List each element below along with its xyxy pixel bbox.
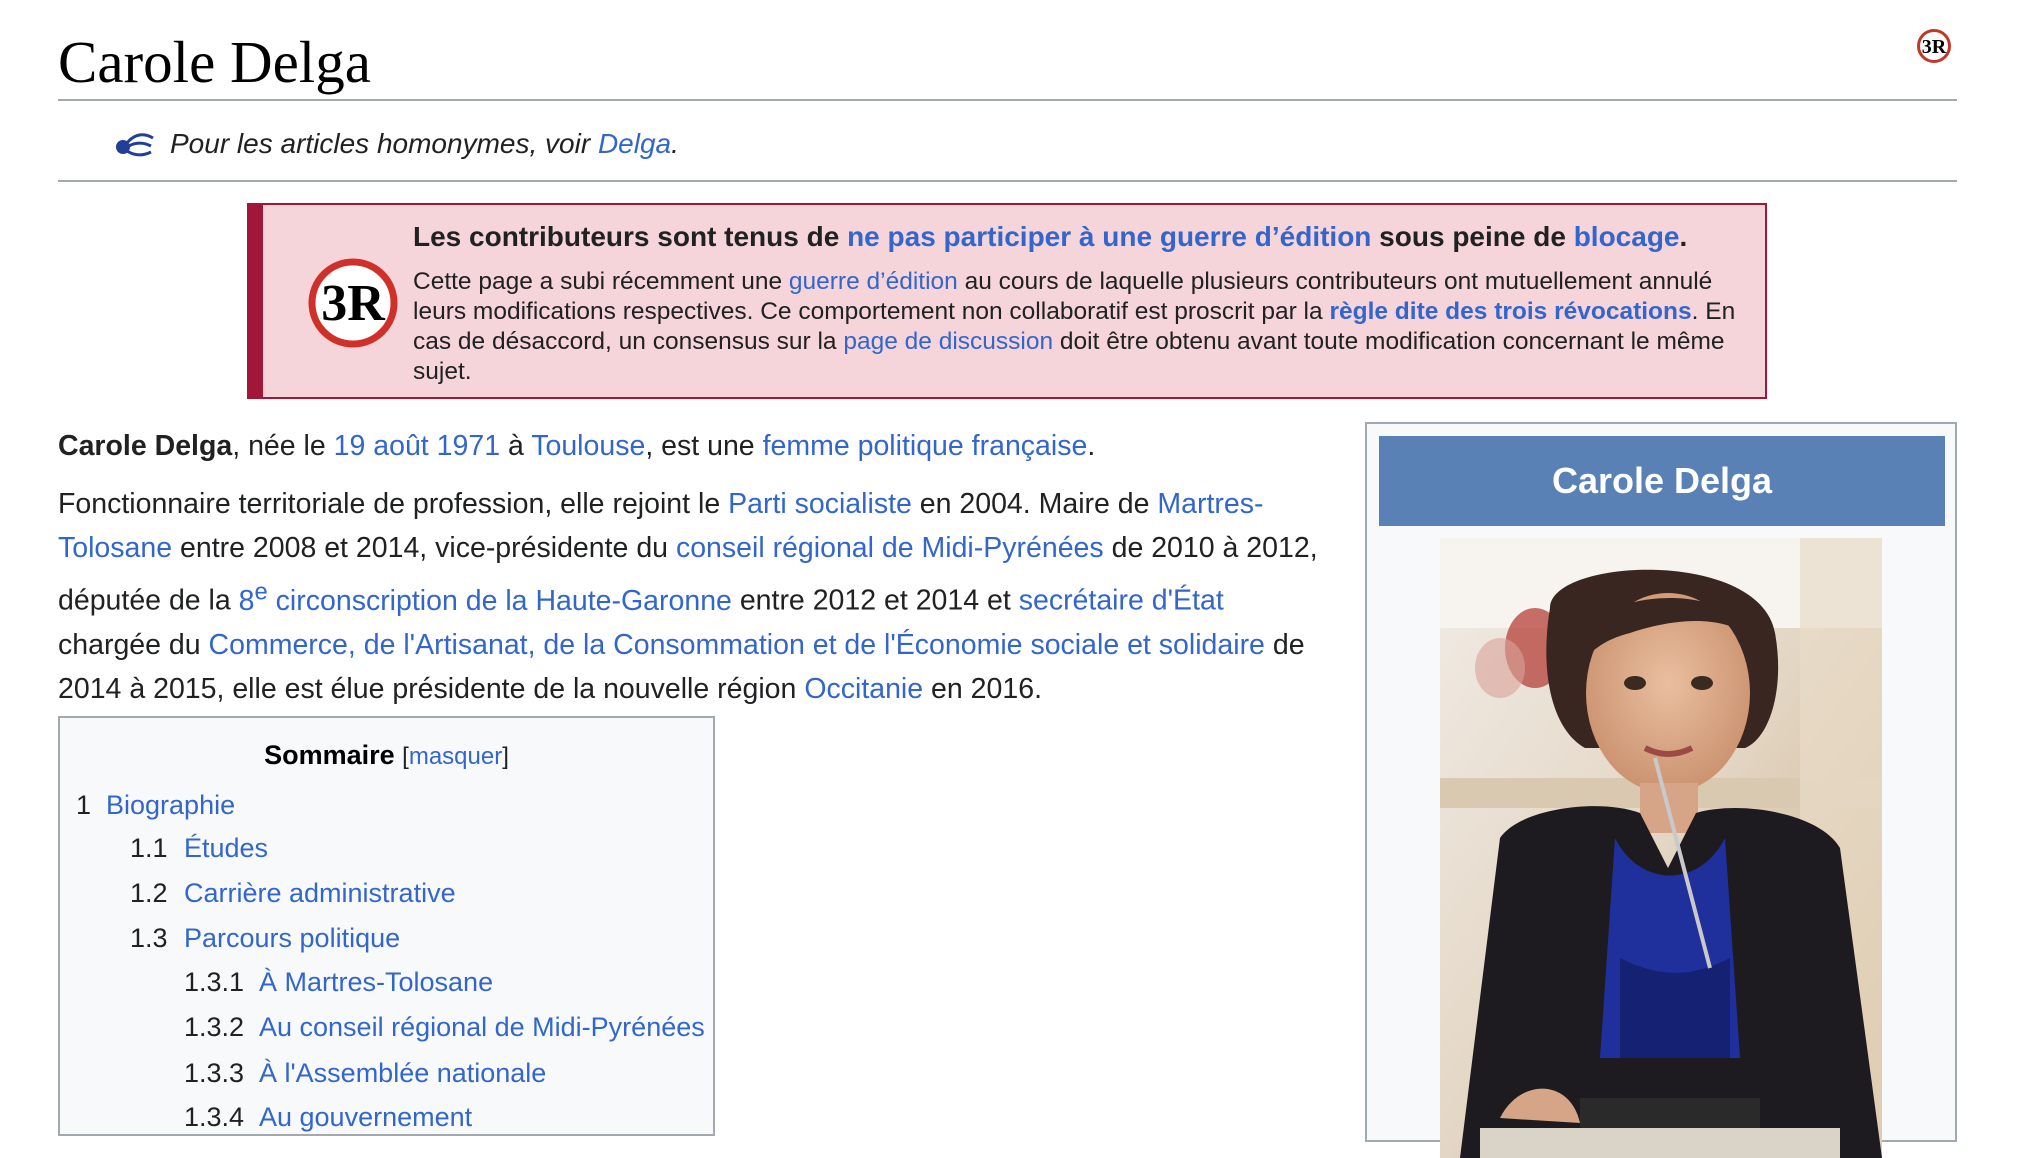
banner-body: Cette page a subi récemment une guerre d… [413,267,1753,387]
table-of-contents: Sommaire [masquer] 1 Biographie 1.1 Études… [58,716,715,1136]
svg-text:3R: 3R [1922,36,1947,58]
circonscription-number: 8 [238,584,255,617]
toc-number: 1 [76,790,92,820]
three-revert-rule-link[interactable]: règle dite des trois révocations [1329,298,1691,325]
toc-number: 1.3 [130,923,168,953]
hatnote-delga-link[interactable]: Delga [598,128,671,159]
lead-text: Fonctionnaire territoriale de profession… [58,488,729,520]
subject-name: Carole Delga [58,430,233,462]
banner-icon-letters: 3R [321,275,386,332]
toc-item-carriere[interactable]: 1.2 Carrière administrative [130,876,456,910]
disambiguation-icon [116,133,154,157]
infobox-portrait[interactable] [1440,538,1882,1158]
lead-text: , née le [232,430,334,462]
banner-body-text: Cette page a subi récemment une [413,268,789,295]
toc-number: 1.2 [130,878,168,908]
toc-number: 1.3.1 [184,967,245,997]
secretaire-etat-link[interactable]: secrétaire d'État [1019,585,1224,617]
toc-link[interactable]: Au gouvernement [259,1102,472,1132]
toc-link[interactable]: Au conseil régional de Midi-Pyrénées [259,1012,705,1042]
toc-toggle-bracket: [ [402,743,409,770]
toc-link[interactable]: À l'Assemblée nationale [259,1058,546,1088]
toc-link[interactable]: Biographie [106,790,235,820]
occitanie-link[interactable]: Occitanie [804,673,923,705]
lead-text: entre 2012 et 2014 et [731,584,1019,617]
edit-war-link[interactable]: guerre d’édition [789,268,958,295]
circonscription-link[interactable]: 8e circonscription de la Haute-Garonne [238,578,732,617]
blocking-policy-link[interactable]: blocage [1574,221,1680,252]
lead-text: chargée du [58,628,209,661]
toulouse-link[interactable]: Toulouse [531,430,645,462]
toc-item-conseil[interactable]: 1.3.2 Au conseil régional de Midi-Pyrénée… [184,1010,705,1044]
toc-toggle: [masquer] [402,743,509,770]
politician-link[interactable]: femme politique française [763,430,1088,462]
toc-item-biographie[interactable]: 1 Biographie [76,788,235,822]
toc-item-martres[interactable]: 1.3.1 À Martres-Tolosane [184,965,493,999]
three-revert-rule-icon: 3R [308,258,398,348]
banner-heading-text: . [1679,221,1688,252]
lead-text: en 2004. Maire de [911,488,1158,520]
lead-text: . [1087,430,1096,462]
lead-text: à [500,430,532,462]
toc-title: Sommaire [264,740,395,770]
toc-number: 1.3.4 [184,1102,245,1132]
toc-number: 1.3.2 [184,1012,245,1042]
toc-item-etudes[interactable]: 1.1 Études [130,831,268,865]
ordinal-superscript: e [254,578,268,605]
toc-toggle-bracket: ] [502,743,509,770]
lead-text: entre 2008 et 2014, vice-présidente du [172,532,676,564]
three-revert-rule-icon[interactable]: 3R [1916,28,1952,64]
infobox-title: Carole Delga [1379,436,1945,526]
banner-heading-text: Les contributeurs sont tenus de [413,221,848,252]
circonscription-label: circonscription de la Haute-Garonne [267,584,732,617]
page-title: Carole Delga [58,29,371,95]
birth-date-link[interactable]: 19 août 1971 [334,430,500,462]
ministry-link[interactable]: Commerce, de l'Artisanat, de la Consomma… [209,629,1265,661]
hatnote-prefix: Pour les articles homonymes, voir [170,128,598,159]
hatnote-suffix: . [671,128,679,159]
toc-link[interactable]: Études [184,833,268,863]
toc-item-parcours[interactable]: 1.3 Parcours politique [130,921,400,955]
toc-header: Sommaire [masquer] [60,738,713,774]
toc-item-assemblee[interactable]: 1.3.3 À l'Assemblée nationale [184,1056,546,1090]
toc-link[interactable]: À Martres-Tolosane [259,967,493,997]
toc-number: 1.3.3 [184,1058,245,1088]
edit-war-banner: 3R Les contributeurs sont tenus de ne pa… [247,203,1767,399]
parti-socialiste-link[interactable]: Parti socialiste [728,488,912,520]
lead-text: en 2016. [923,672,1042,705]
lead-text: , est une [645,430,763,462]
conseil-regional-link[interactable]: conseil régional de Midi-Pyrénées [676,532,1104,564]
title-divider [58,99,1957,101]
lead-paragraph-1: Carole Delga, née le 19 août 1971 à Toul… [58,424,1328,468]
article-lead: Carole Delga, née le 19 août 1971 à Toul… [58,424,1328,711]
lead-paragraph-2: Fonctionnaire territoriale de profession… [58,482,1328,711]
toc-number: 1.1 [130,833,168,863]
banner-heading-text: sous peine de [1371,221,1574,252]
infobox: Carole Delga [1365,422,1957,1158]
banner-heading: Les contributeurs sont tenus de ne pas p… [413,219,1687,255]
talk-page-link[interactable]: page de discussion [843,328,1053,355]
edit-war-policy-link[interactable]: ne pas participer à une guerre d’édition [847,221,1371,252]
portrait-image [1440,538,1882,1158]
toc-hide-link[interactable]: masquer [409,743,502,770]
hatnote: Pour les articles homonymes, voir Delga. [170,126,679,162]
toc-item-gouvernement[interactable]: 1.3.4 Au gouvernement [184,1100,472,1134]
hatnote-divider [58,180,1957,182]
toc-link[interactable]: Parcours politique [184,923,400,953]
toc-link[interactable]: Carrière administrative [184,878,456,908]
